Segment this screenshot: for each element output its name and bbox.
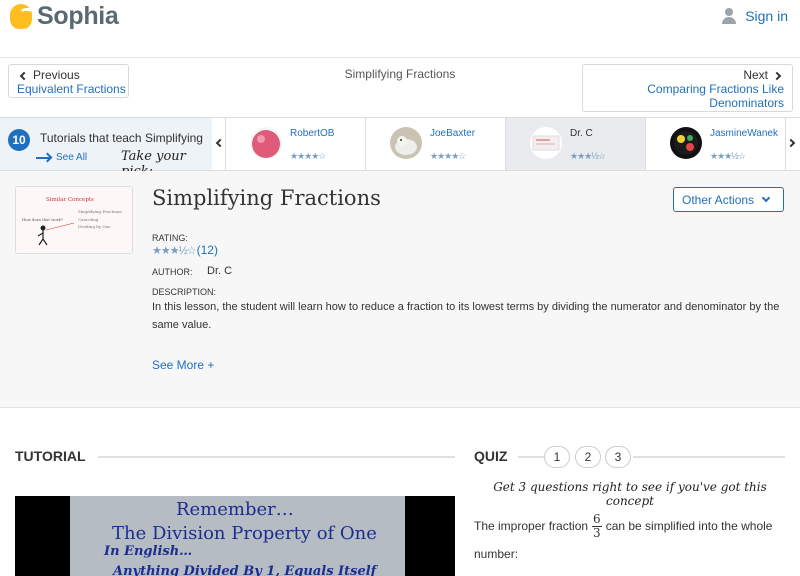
numerator: 6 xyxy=(592,512,602,528)
quiz-divider xyxy=(633,456,785,458)
video-slide: Remember… The Division Property of One I… xyxy=(70,496,405,576)
strip-heading: Tutorials that teach Simplifying xyxy=(40,131,203,145)
denominator: 3 xyxy=(593,526,601,541)
teacher-card-robertob[interactable]: RobertOB ★★★★☆ xyxy=(226,118,366,170)
user-icon xyxy=(721,8,737,24)
description-label: DESCRIPTION: xyxy=(152,287,217,297)
next-title-line1: Comparing Fractions Like xyxy=(647,82,784,96)
thumbnail-caption: How does that work? xyxy=(22,217,63,222)
quiz-step-3[interactable]: 3 xyxy=(605,446,631,468)
teacher-name: JasmineWanek xyxy=(710,128,778,139)
tutorial-count-badge: 10 xyxy=(8,129,30,151)
teacher-rating-stars: ★★★★☆ xyxy=(290,151,326,161)
tutorial-heading: TUTORIAL xyxy=(15,448,86,464)
quiz-question: The improper fraction 6 3 can be simplified… xyxy=(474,512,794,568)
thumbnail-bullet: Simplifying Fractions xyxy=(78,209,122,214)
next-tutorial-link[interactable]: Next Comparing Fractions Like Denominato… xyxy=(582,64,793,112)
lesson-details: Similar Concepts Simplifying Fractions C… xyxy=(0,171,800,408)
slide-line: The Division Property of One xyxy=(112,523,377,544)
teacher-rating-stars: ★★★½☆ xyxy=(570,151,606,161)
site-header: Sophia Sign in xyxy=(0,0,800,58)
svg-text:Canceling: Canceling xyxy=(78,217,99,222)
previous-title: Equivalent Fractions xyxy=(17,82,126,96)
chevron-down-icon xyxy=(761,193,771,203)
teacher-name: RobertOB xyxy=(290,128,335,139)
author-name: Dr. C xyxy=(207,265,233,277)
tutorials-strip: 10 Tutorials that teach Simplifying See … xyxy=(0,117,800,179)
svg-text:Simplifying Fractions: Simplifying Fractions xyxy=(78,209,122,214)
teacher-card-dr-c[interactable]: Dr. C ★★★½☆ xyxy=(506,118,646,170)
strip-scroll-right-button[interactable] xyxy=(785,118,799,170)
chevron-left-icon xyxy=(215,138,225,148)
svg-text:Dividing by One: Dividing by One xyxy=(78,224,111,229)
thumbnail-bullet: Dividing by One xyxy=(78,224,111,229)
avatar xyxy=(390,127,422,159)
quiz-step-2[interactable]: 2 xyxy=(575,446,601,468)
chevron-right-icon xyxy=(772,71,782,81)
quiz-tagline: Get 3 questions right to see if you've g… xyxy=(493,480,767,508)
lesson-title: Simplifying Fractions xyxy=(152,186,381,210)
other-actions-button[interactable]: Other Actions xyxy=(673,187,784,212)
teacher-rating-stars: ★★★★☆ xyxy=(430,151,466,161)
arrow-right-icon xyxy=(36,156,50,159)
avatar xyxy=(670,127,702,159)
strip-intro: 10 Tutorials that teach Simplifying See … xyxy=(0,118,212,179)
slide-line: In English… xyxy=(104,544,193,559)
quiz-divider xyxy=(518,456,544,458)
previous-label: Previous xyxy=(33,68,80,82)
see-all-link[interactable]: See All xyxy=(36,152,87,163)
thumbnail-bullet: Canceling xyxy=(78,217,99,222)
sophia-logo[interactable]: Sophia xyxy=(10,2,119,31)
teacher-card-joebaxter[interactable]: JoeBaxter ★★★★☆ xyxy=(366,118,506,170)
page-title: Simplifying Fractions xyxy=(344,67,456,81)
teacher-card-jasminewanek[interactable]: JasmineWanek ★★★½☆ xyxy=(646,118,785,170)
sign-in-link[interactable]: Sign in xyxy=(721,8,788,24)
sign-in-label: Sign in xyxy=(745,8,788,24)
lesson-thumbnail[interactable]: Similar Concepts Simplifying Fractions C… xyxy=(15,186,133,254)
rating-stars: ★★★½☆ xyxy=(152,244,197,257)
previous-tutorial-link[interactable]: Previous Equivalent Fractions xyxy=(8,64,129,98)
author-label: AUTHOR: xyxy=(152,267,193,277)
tutorial-video[interactable]: Remember… The Division Property of One I… xyxy=(15,496,455,576)
teacher-name: Dr. C xyxy=(570,128,593,139)
see-more-link[interactable]: See More + xyxy=(152,358,214,372)
rating-label: RATING: xyxy=(152,233,188,243)
strip-scroll-left-button[interactable] xyxy=(212,118,226,170)
avatar xyxy=(530,127,562,159)
svg-text:How does that work?: How does that work? xyxy=(22,217,63,222)
teacher-name: JoeBaxter xyxy=(430,128,476,139)
other-actions-label: Other Actions xyxy=(682,193,755,207)
quiz-step-1[interactable]: 1 xyxy=(544,446,570,468)
see-all-label: See All xyxy=(56,152,88,163)
chevron-left-icon xyxy=(19,71,29,81)
rating-count: (12) xyxy=(196,243,218,257)
avatar xyxy=(250,127,282,159)
svg-text:Similar Concepts: Similar Concepts xyxy=(46,197,94,203)
lesson-rating[interactable]: ★★★½☆ (12) xyxy=(152,243,218,257)
teacher-rating-stars: ★★★½☆ xyxy=(710,151,746,161)
slide-line: Anything Divided By 1, Equals Itself xyxy=(113,564,377,576)
next-label: Next xyxy=(743,68,768,82)
slide-line: Remember… xyxy=(176,499,294,520)
chevron-right-icon xyxy=(786,138,796,148)
question-text: The improper fraction xyxy=(474,519,589,533)
lesson-description: In this lesson, the student will learn h… xyxy=(152,301,780,331)
fraction: 63 xyxy=(592,513,602,540)
quiz-heading: QUIZ xyxy=(474,448,508,464)
sophia-logo-icon xyxy=(10,3,32,30)
next-title-line2: Denominators xyxy=(709,96,784,110)
brand-name: Sophia xyxy=(37,2,119,30)
thumbnail-heading: Similar Concepts xyxy=(46,197,94,203)
tutorial-divider xyxy=(98,456,455,458)
